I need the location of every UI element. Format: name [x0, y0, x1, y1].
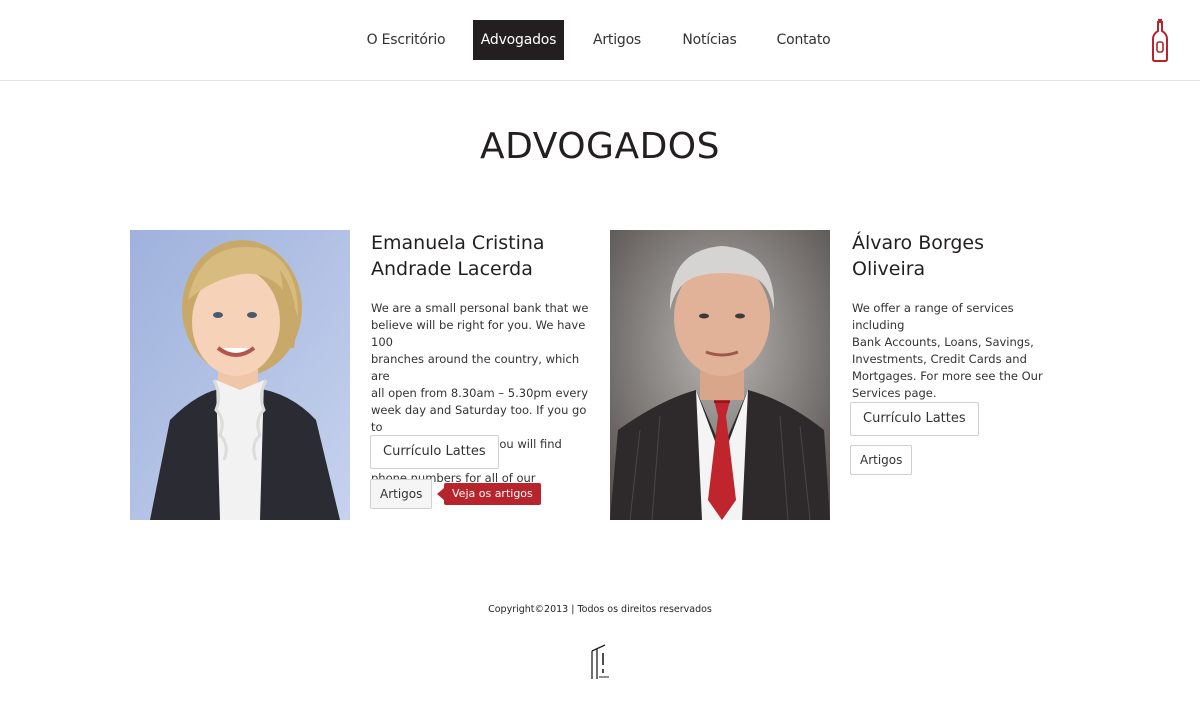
description-line: Bank Accounts, Loans, Savings,	[852, 335, 1034, 349]
nav-item-o-escritorio[interactable]: O Escritório	[358, 20, 454, 60]
description-line: Mortgages. For more see the Our	[852, 369, 1043, 383]
nav-item-artigos[interactable]: Artigos	[584, 20, 650, 60]
artigos-tooltip: Veja os artigos	[437, 483, 541, 505]
curriculo-lattes-button[interactable]: Currículo Lattes	[850, 402, 979, 436]
description-line: branches around the country, which are	[371, 352, 580, 383]
description-line: week day and Saturday too. If you go to	[371, 403, 587, 434]
nav-item-noticias[interactable]: Notícias	[673, 20, 746, 60]
lawyer-photo-2	[610, 230, 830, 520]
nav-item-advogados[interactable]: Advogados	[473, 20, 564, 60]
main-nav: O Escritório Advogados Artigos Notícias …	[0, 20, 1200, 60]
lawyer-photo-1	[130, 230, 350, 520]
nav-item-contato[interactable]: Contato	[768, 20, 839, 60]
lawyer-name-line: Oliveira	[852, 258, 926, 280]
artigos-button[interactable]: Artigos	[850, 445, 913, 475]
lawyer-name-line: Emanuela Cristina	[371, 232, 545, 254]
lawyer-name: Emanuela Cristina Andrade Lacerda	[371, 230, 571, 282]
copyright-text: Copyright©2013 | Todos os direitos reser…	[488, 604, 712, 615]
wine-bottle-icon[interactable]	[1151, 18, 1169, 62]
description-line: We are a small personal bank that we	[371, 301, 589, 315]
page-title: ADVOGADOS	[480, 126, 720, 167]
lawyer-name-line: Andrade Lacerda	[371, 258, 533, 280]
lawyer-name-line: Álvaro Borges	[852, 232, 985, 254]
artigos-button[interactable]: Artigos	[370, 479, 433, 509]
lawyer-description: We are a small personal bank that we bel…	[371, 300, 591, 504]
curriculo-lattes-button[interactable]: Currículo Lattes	[370, 435, 499, 469]
description-line: all open from 8.30am – 5.30pm every	[371, 386, 589, 400]
description-line: believe will be right for you. We have 1…	[371, 318, 586, 349]
description-line: Services page.	[852, 386, 937, 400]
description-line: We offer a range of services including	[852, 301, 1014, 332]
footer-logo-icon	[591, 644, 609, 679]
lawyer-name: Álvaro Borges Oliveira	[852, 230, 1052, 282]
lawyer-info-2: Álvaro Borges Oliveira We offer a range …	[852, 230, 1062, 402]
description-line: Investments, Credit Cards and	[852, 352, 1027, 366]
site-header: O Escritório Advogados Artigos Notícias …	[0, 0, 1200, 81]
lawyer-description: We offer a range of services including B…	[852, 300, 1062, 402]
